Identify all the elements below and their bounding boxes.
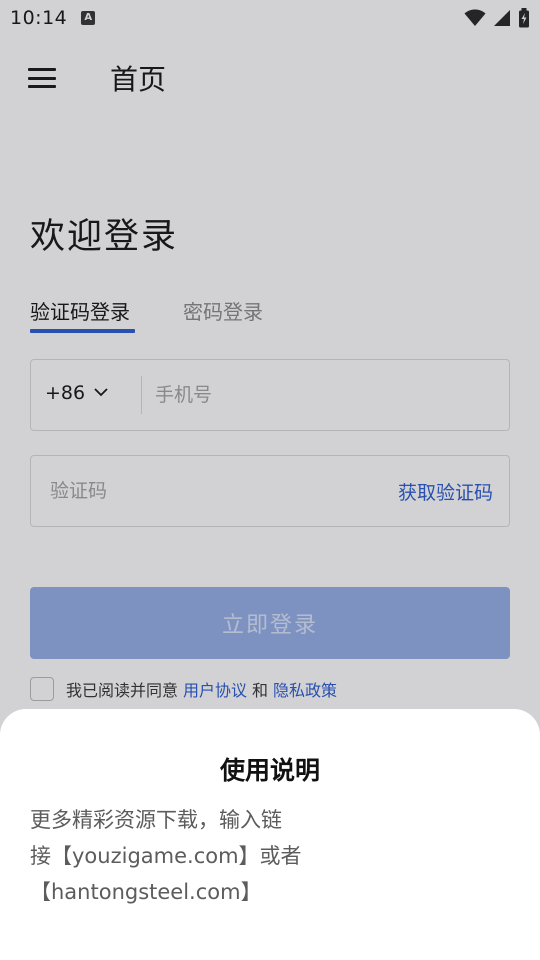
sheet-body: 更多精彩资源下载，输入链 接【youzigame.com】或者 【hantong… — [30, 802, 330, 910]
sheet-line: 【hantongsteel.com】 — [30, 880, 262, 904]
sheet-title: 使用说明 — [219, 756, 320, 785]
screen: 10:14 A 首页 欢迎登录 验证码登录 密码登录 +86 手机号 验证码 获… — [0, 0, 540, 960]
instructions-sheet: 使用说明 更多精彩资源下载，输入链 接【youzigame.com】或者 【ha… — [0, 709, 540, 960]
sheet-line: 接【youzigame.com】或者 — [30, 844, 302, 868]
sheet-line: 更多精彩资源下载，输入链 — [30, 808, 282, 832]
